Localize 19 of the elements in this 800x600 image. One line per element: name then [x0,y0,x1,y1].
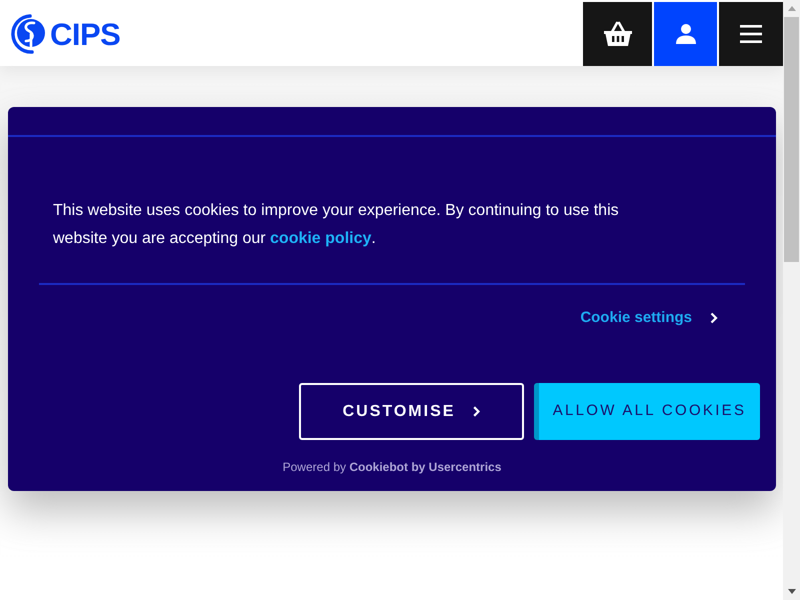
basket-icon [602,21,632,47]
account-button[interactable] [654,2,717,66]
menu-icon [740,25,762,43]
menu-button[interactable] [719,2,783,66]
basket-button[interactable] [583,2,652,66]
chevron-right-icon [473,406,480,417]
scrollbar-thumb[interactable] [784,17,799,262]
powered-by-text: Powered by Cookiebot by Usercentrics [282,459,502,476]
cookie-policy-link[interactable]: cookie policy [270,230,372,247]
cookie-settings-link[interactable]: Cookie settings [580,308,718,328]
user-icon [676,24,696,44]
logo-text: CIPS [50,18,120,50]
logo-icon [10,14,48,54]
allow-all-cookies-button[interactable]: ALLOW ALL COOKIES [534,383,760,440]
chevron-right-icon [710,312,718,324]
scrollbar[interactable] [783,0,800,600]
cookie-message: This website uses cookies to improve your experience. By continuing to use this website you are accepting our cookie policy. [53,201,620,249]
scroll-down-arrow-icon[interactable] [788,589,796,594]
customise-button[interactable]: CUSTOMISE [299,383,524,440]
